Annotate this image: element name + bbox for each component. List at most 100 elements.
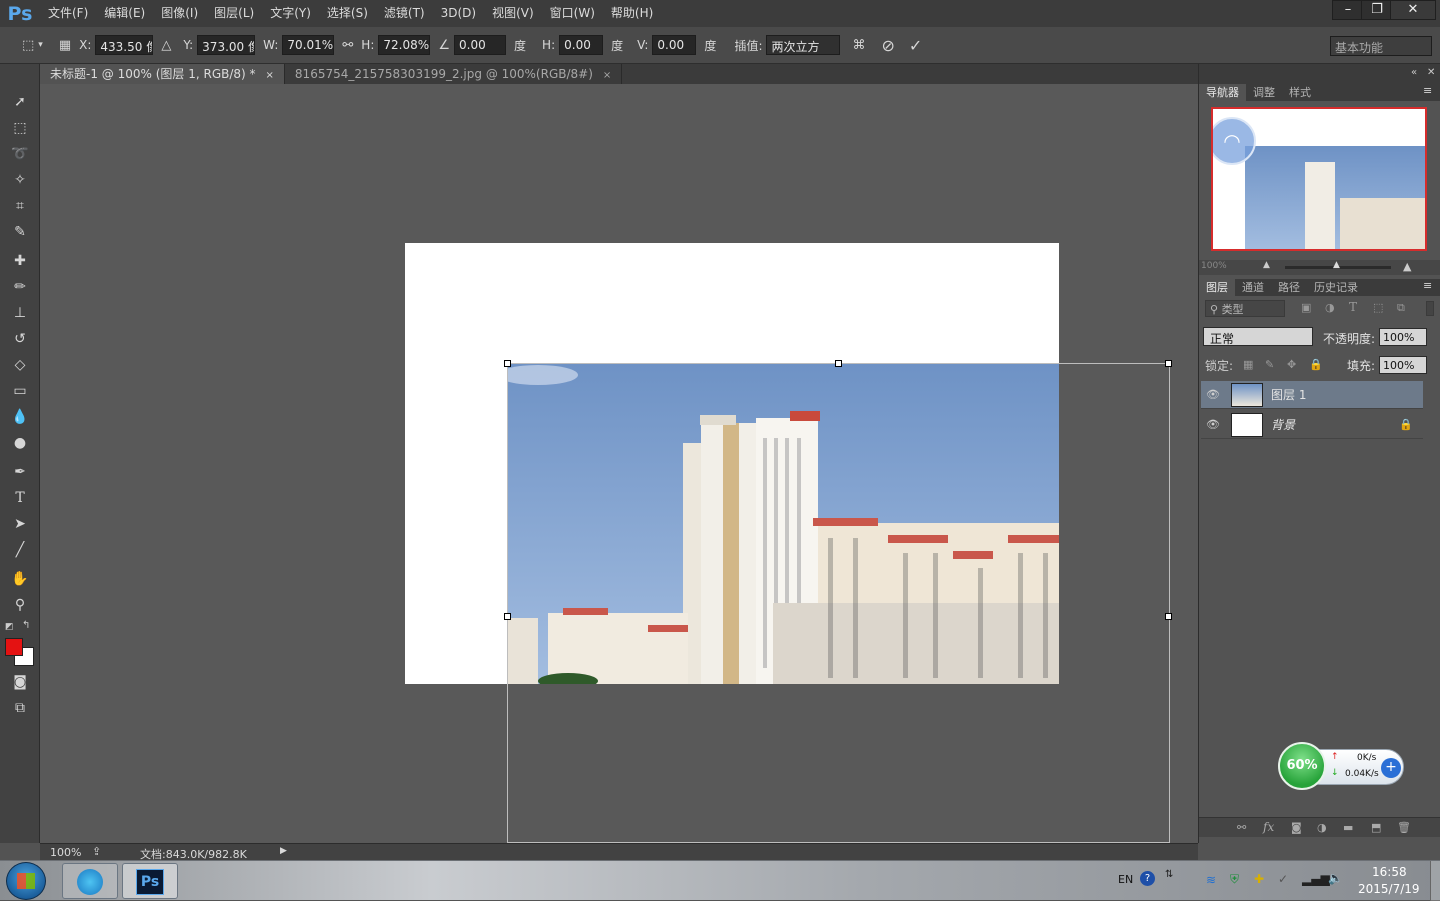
link-layers-icon[interactable]: ⚯ <box>1237 821 1246 834</box>
lock-all-icon[interactable]: 🔒 <box>1309 358 1323 371</box>
hskew-field[interactable]: 0.00 <box>559 35 604 55</box>
panel-menu-icon[interactable]: ≡ <box>1423 84 1432 97</box>
add-mask-icon[interactable]: ◙ <box>1291 821 1302 834</box>
type-tool-icon[interactable]: T <box>6 487 34 509</box>
warp-icon[interactable]: ⌘ <box>852 38 865 53</box>
ime-options-icon[interactable]: ⇅ <box>1165 869 1173 880</box>
filter-toggle[interactable] <box>1426 301 1434 316</box>
foreground-color-swatch[interactable] <box>5 638 23 656</box>
new-layer-icon[interactable]: ⬒ <box>1371 821 1381 834</box>
menu-window[interactable]: 窗口(W) <box>542 0 603 27</box>
delete-layer-icon[interactable]: 🗑 <box>1397 821 1411 834</box>
marquee-tool-icon[interactable]: ⬚ <box>6 117 34 139</box>
menu-image[interactable]: 图像(I) <box>153 0 206 27</box>
taskbar-photoshop[interactable]: Ps <box>122 863 178 899</box>
cancel-transform-icon[interactable]: ⊘ <box>881 36 894 55</box>
taskbar-browser[interactable] <box>62 863 118 899</box>
commit-transform-icon[interactable]: ✓ <box>909 36 922 55</box>
lasso-tool-icon[interactable]: ➰ <box>6 143 34 165</box>
menu-filter[interactable]: 滤镜(T) <box>376 0 433 27</box>
layer-name[interactable]: 背景 <box>1271 416 1295 433</box>
layer-row-background[interactable]: 👁 背景 🔒 <box>1201 411 1423 439</box>
magic-wand-tool-icon[interactable]: ✧ <box>6 169 34 191</box>
transform-handle-right[interactable] <box>1165 613 1172 620</box>
filter-pixel-icon[interactable]: ▣ <box>1301 301 1311 314</box>
signal-icon[interactable]: ▂▄▆ <box>1302 872 1330 886</box>
canvas-area[interactable] <box>40 84 1198 843</box>
zoom-tool-icon[interactable]: ⚲ <box>6 594 34 616</box>
lock-position-icon[interactable]: ✥ <box>1287 358 1296 371</box>
panel-close-icon[interactable]: ✕ <box>1427 67 1435 78</box>
layers-panel-menu-icon[interactable]: ≡ <box>1423 279 1432 292</box>
eyedropper-tool-icon[interactable]: ✎ <box>6 221 34 243</box>
transform-handle-top[interactable] <box>835 360 842 367</box>
tab-navigator[interactable]: 导航器 <box>1199 84 1246 101</box>
zoom-in-icon[interactable]: ▲ <box>1403 260 1411 273</box>
transform-handle-left[interactable] <box>504 613 511 620</box>
tab-jpg[interactable]: 8165754_215758303199_2.jpg @ 100%(RGB/8#… <box>285 64 623 84</box>
filter-type-icon[interactable]: T <box>1349 300 1357 314</box>
adjustment-layer-icon[interactable]: ◑ <box>1317 821 1327 834</box>
healing-brush-tool-icon[interactable]: ✚ <box>6 250 34 272</box>
tray-network-check-icon[interactable]: ✓ <box>1278 872 1288 886</box>
path-selection-tool-icon[interactable]: ➤ <box>6 513 34 535</box>
y-position-field[interactable]: 373.00 像素 <box>197 35 256 55</box>
menu-select[interactable]: 选择(S) <box>319 0 376 27</box>
filter-smart-object-icon[interactable]: ⧉ <box>1397 301 1405 315</box>
tab-layers[interactable]: 图层 <box>1199 279 1235 296</box>
menu-edit[interactable]: 编辑(E) <box>96 0 153 27</box>
menu-help[interactable]: 帮助(H) <box>603 0 661 27</box>
opacity-field[interactable]: 100% <box>1379 328 1427 346</box>
transform-tool-icon[interactable]: ⬚ <box>22 38 34 53</box>
filter-shape-icon[interactable]: ⬚ <box>1373 301 1383 314</box>
tab-channels[interactable]: 通道 <box>1235 279 1271 296</box>
layer-filter-select[interactable]: ⚲ 类型 <box>1205 300 1285 317</box>
blend-mode-select[interactable]: 正常 <box>1203 327 1313 346</box>
layer-name[interactable]: 图层 1 <box>1271 386 1306 403</box>
restore-button[interactable]: ❐ <box>1361 0 1393 20</box>
x-position-field[interactable]: 433.50 像素 <box>95 35 154 55</box>
screen-mode-icon[interactable]: ⧉ <box>6 697 34 719</box>
swap-colors-icon[interactable]: ↰ <box>22 620 30 631</box>
pen-tool-icon[interactable]: ✒ <box>6 461 34 483</box>
width-field[interactable]: 70.01% <box>282 35 335 55</box>
tab-close-icon[interactable]: × <box>603 70 611 81</box>
tab-untitled[interactable]: 未标题-1 @ 100% (图层 1, RGB/8) * × <box>40 64 285 84</box>
minimize-button[interactable]: – <box>1332 0 1364 20</box>
network-speed-widget[interactable]: ↑ 0K/s ↓ 0.04K/s + 60% <box>1278 742 1406 790</box>
export-icon[interactable]: ⇪ <box>92 845 101 858</box>
hand-tool-icon[interactable]: ✋ <box>6 568 34 590</box>
dodge-tool-icon[interactable]: ● <box>6 432 34 454</box>
menu-file[interactable]: 文件(F) <box>40 0 96 27</box>
menu-3d[interactable]: 3D(D) <box>433 0 484 27</box>
rotate-field[interactable]: 0.00 <box>454 35 507 55</box>
tab-close-icon[interactable]: × <box>266 70 274 81</box>
height-field[interactable]: 72.08% <box>378 35 431 55</box>
clock-date[interactable]: 2015/7/19 <box>1358 882 1420 896</box>
new-group-icon[interactable]: ▬ <box>1343 821 1353 834</box>
zoom-slider-thumb[interactable]: ▲ <box>1333 260 1340 270</box>
show-desktop-button[interactable] <box>1430 861 1440 901</box>
tab-styles[interactable]: 样式 <box>1282 84 1318 101</box>
status-menu-arrow-icon[interactable]: ▶ <box>280 846 287 856</box>
transform-handle-top-right[interactable] <box>1165 360 1172 367</box>
relative-position-icon[interactable]: △ <box>161 38 171 53</box>
history-brush-tool-icon[interactable]: ↺ <box>6 328 34 350</box>
crop-tool-icon[interactable]: ⌗ <box>6 195 34 217</box>
visibility-eye-icon[interactable]: 👁 <box>1201 388 1225 401</box>
workspace-select[interactable]: 基本功能 <box>1330 36 1432 56</box>
default-colors-icon[interactable]: ◩ <box>5 622 14 632</box>
collapse-icon[interactable]: « <box>1411 67 1417 78</box>
quick-mask-icon[interactable]: ◙ <box>6 671 34 693</box>
gradient-tool-icon[interactable]: ▭ <box>6 380 34 402</box>
navigator-zoom[interactable]: 100% <box>1201 261 1227 271</box>
fx-icon[interactable]: fx <box>1263 820 1274 834</box>
menu-type[interactable]: 文字(Y) <box>262 0 319 27</box>
zoom-out-icon[interactable]: ▲ <box>1263 260 1270 270</box>
eraser-tool-icon[interactable]: ◇ <box>6 354 34 376</box>
layer-row-layer1[interactable]: 👁 图层 1 <box>1201 381 1423 409</box>
vskew-field[interactable]: 0.00 <box>652 35 697 55</box>
move-tool-icon[interactable]: ➚ <box>6 91 34 113</box>
link-icon[interactable]: ⚯ <box>342 38 353 53</box>
security-shield-icon[interactable]: ⛨ <box>1230 872 1239 887</box>
